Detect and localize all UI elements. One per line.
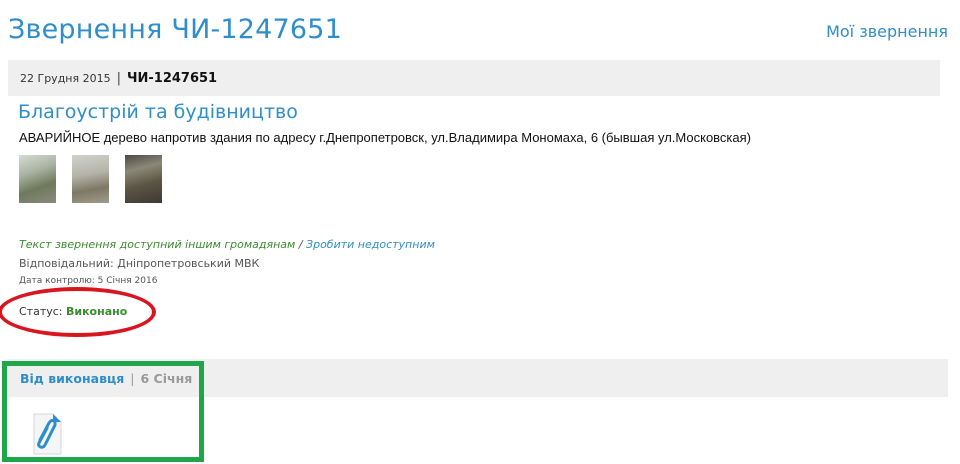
photo-thumbnail-2[interactable] <box>72 155 109 203</box>
photo-gallery <box>19 155 162 203</box>
my-requests-link[interactable]: Мої звернення <box>826 22 948 41</box>
request-description: АВАРИЙНОЕ дерево напротив здания по адре… <box>19 130 752 145</box>
request-number: ЧИ-1247651 <box>127 70 218 86</box>
paperclip-document-icon[interactable] <box>26 410 64 456</box>
public-visibility-text: Текст звернення доступний іншим громадян… <box>19 238 296 251</box>
visibility-separator: / <box>295 238 307 251</box>
request-date: 22 Грудня 2015 <box>20 71 111 85</box>
page-title: Звернення ЧИ-1247651 <box>8 14 343 45</box>
meta-separator: | <box>116 70 121 86</box>
visibility-line: Текст звернення доступний іншим громадян… <box>19 238 435 251</box>
make-private-link[interactable]: Зробити недоступним <box>306 238 435 251</box>
status-highlight-ellipse <box>0 287 156 337</box>
attachment-svg <box>33 413 62 455</box>
request-category: Благоустрій та будівництво <box>18 101 298 123</box>
photo-thumbnail-1[interactable] <box>19 155 56 203</box>
control-date: Дата контролю: 5 Січня 2016 <box>19 276 158 286</box>
responsible-party: Відповідальний: Дніпропетровський МВК <box>19 257 260 270</box>
request-meta-bar: 22 Грудня 2015 | ЧИ-1247651 <box>8 60 940 96</box>
photo-thumbnail-3[interactable] <box>125 155 162 203</box>
